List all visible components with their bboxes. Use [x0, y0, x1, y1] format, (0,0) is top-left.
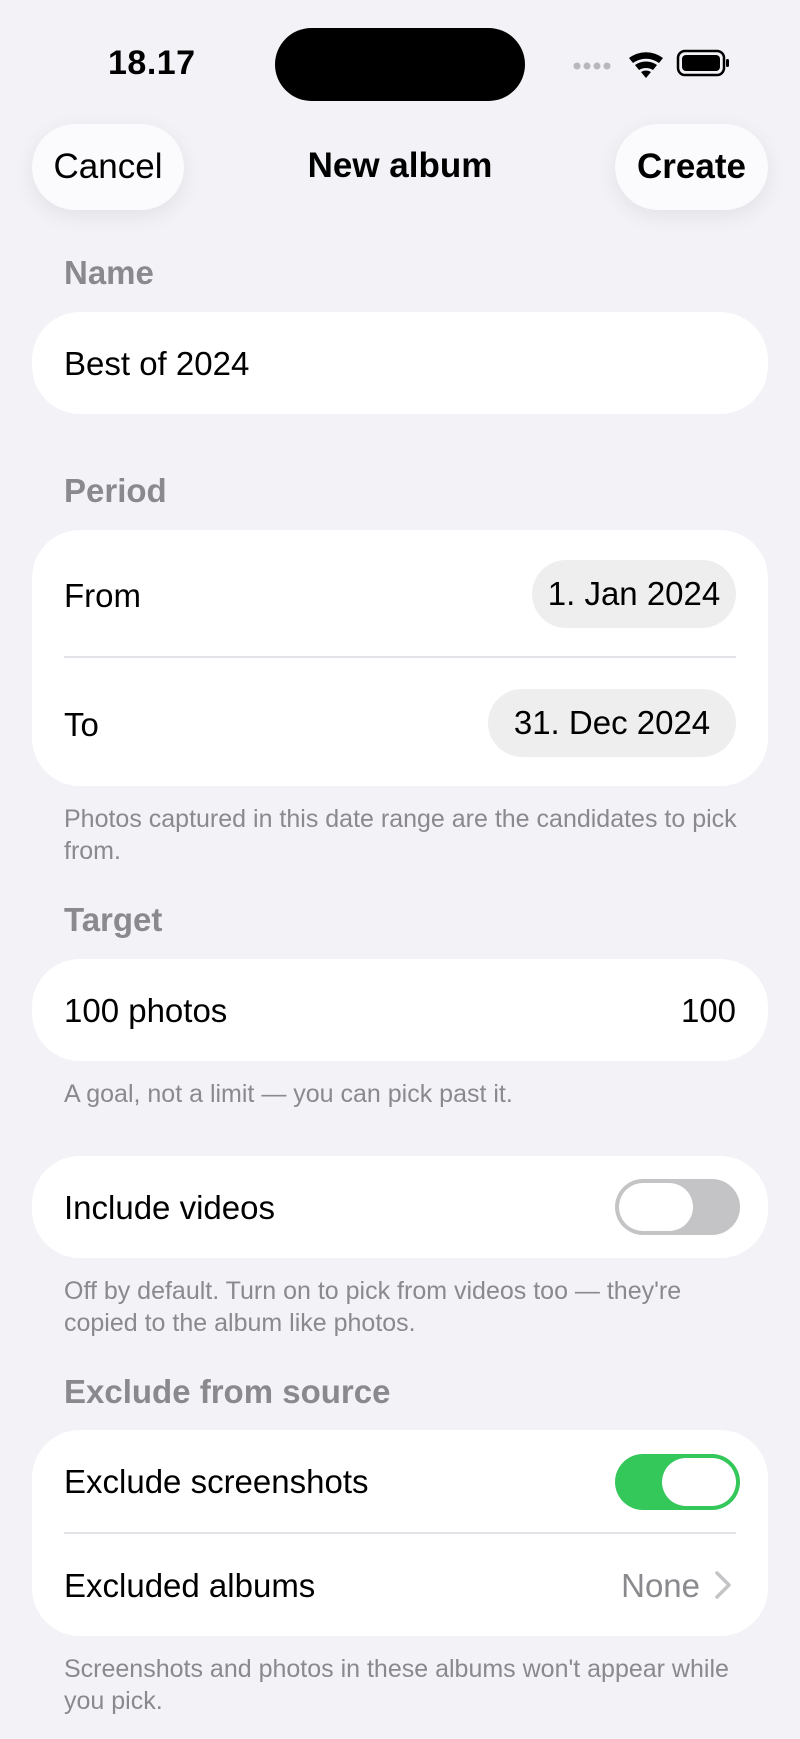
target-footnote: A goal, not a limit — you can pick past …: [64, 1080, 513, 1108]
from-label: From: [64, 577, 141, 614]
exclude-card: Exclude screenshots Excluded albums None: [32, 1430, 768, 1636]
status-icons: [573, 49, 729, 78]
dynamic-island: [275, 28, 525, 101]
battery-icon: [676, 49, 729, 77]
album-name-field[interactable]: Best of 2024: [32, 312, 768, 414]
cancel-button[interactable]: Cancel: [32, 124, 184, 210]
section-header-name: Name: [64, 254, 154, 291]
chevron-right-icon: [715, 1571, 731, 1599]
section-header-period: Period: [64, 472, 167, 509]
cellular-dots-icon: [573, 62, 611, 70]
include-videos-row: Include videos: [32, 1156, 768, 1258]
to-label: To: [64, 706, 99, 743]
period-card: From 1. Jan 2024 To 31. Dec 2024: [32, 530, 768, 786]
status-time: 18.17: [108, 44, 196, 82]
toggle-knob: [619, 1183, 693, 1231]
section-header-target: Target: [64, 901, 163, 938]
target-label: 100 photos: [64, 992, 228, 1029]
target-value: 100: [680, 992, 736, 1029]
album-name-value: Best of 2024: [64, 345, 250, 382]
include-videos-label: Include videos: [64, 1189, 275, 1226]
row-divider: [64, 656, 736, 658]
excluded-albums-value: None: [621, 1567, 700, 1604]
section-header-exclude: Exclude from source: [64, 1373, 391, 1410]
from-date-picker[interactable]: 1. Jan 2024: [532, 560, 736, 628]
target-row[interactable]: 100 photos 100: [32, 959, 768, 1061]
to-date-picker[interactable]: 31. Dec 2024: [488, 689, 736, 757]
include-videos-toggle[interactable]: [615, 1179, 740, 1235]
wifi-icon: [629, 52, 663, 78]
exclude-screenshots-label: Exclude screenshots: [64, 1463, 369, 1500]
videos-footnote: Off by default. Turn on to pick from vid…: [64, 1277, 682, 1337]
page-title: New album: [307, 146, 493, 185]
toggle-knob: [662, 1458, 736, 1506]
exclude-footnote: Screenshots and photos in these albums w…: [64, 1655, 729, 1715]
excluded-albums-label: Excluded albums: [64, 1567, 316, 1604]
create-button[interactable]: Create: [615, 124, 768, 210]
period-footnote: Photos captured in this date range are t…: [64, 805, 737, 865]
excluded-albums-row[interactable]: Excluded albums None: [32, 1534, 768, 1636]
exclude-screenshots-toggle[interactable]: [615, 1454, 740, 1510]
